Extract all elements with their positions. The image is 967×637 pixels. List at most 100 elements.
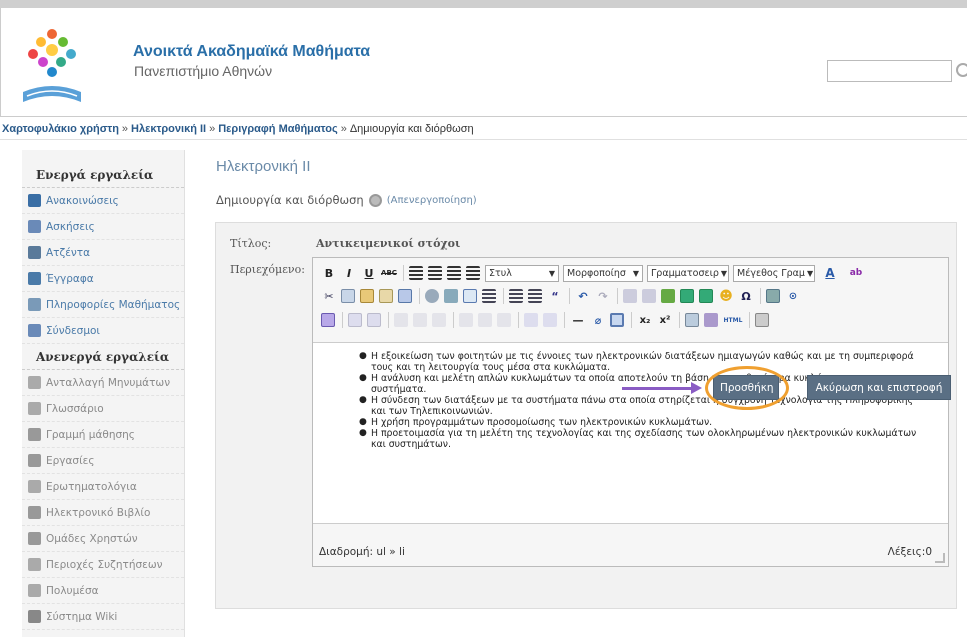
superscript-icon[interactable]: x² <box>657 312 673 328</box>
paste-text-icon[interactable] <box>379 289 393 303</box>
outdent-icon[interactable] <box>509 289 523 303</box>
list-item: Η προετοιμασία για τη μελέτη της τεχνολο… <box>359 428 919 450</box>
merge-cells-icon[interactable] <box>459 313 473 327</box>
layer-icon[interactable] <box>524 313 538 327</box>
sidebar-item-link[interactable]: Σύνδεσμοι <box>22 318 184 344</box>
resize-handle[interactable] <box>935 553 945 563</box>
align-center-icon[interactable] <box>428 266 442 280</box>
row-props-icon[interactable] <box>497 313 511 327</box>
sidebar-item-wiki[interactable]: Σύστημα Wiki <box>22 604 184 630</box>
insert-row-icon[interactable] <box>348 313 362 327</box>
format-select[interactable]: Μορφοποίησ ▼ <box>563 264 643 282</box>
sidebar-item-ebook[interactable]: Ηλεκτρονικό Βιβλίο <box>22 500 184 526</box>
cut-icon[interactable]: ✂ <box>321 288 337 304</box>
sidebar-item-announcement[interactable]: Ανακοινώσεις <box>22 188 184 214</box>
cell-props-icon[interactable] <box>478 313 492 327</box>
horizontal-rule-icon[interactable]: — <box>570 312 586 328</box>
bullet-list-icon[interactable] <box>463 289 477 303</box>
emoticon-icon[interactable]: ☻ <box>718 288 734 304</box>
cleanup-icon[interactable] <box>704 313 718 327</box>
sidebar-item-forum[interactable]: Περιοχές Συζητήσεων <box>22 552 184 578</box>
bold-button[interactable]: B <box>321 265 337 281</box>
preview-icon[interactable] <box>685 313 699 327</box>
sidebar-item-label: Γλωσσάριο <box>46 402 104 415</box>
help-icon[interactable]: ⊙ <box>785 288 801 304</box>
university-logo <box>23 29 81 102</box>
sidebar-item-message[interactable]: Ανταλλαγή Μηνυμάτων <box>22 370 184 396</box>
toolbar-separator <box>342 312 343 328</box>
undo-icon[interactable]: ↶ <box>575 288 591 304</box>
rich-text-editor: B I U ABC Στυλ ▼ Μορφοποίησ ▼ Γραμματοσειρ… <box>312 257 949 567</box>
editor-content[interactable]: Η εξοικείωση των φοιτητών με τις έννοιες… <box>313 342 948 524</box>
sidebar-item-glossary[interactable]: Γλωσσάριο <box>22 396 184 422</box>
numbered-list-icon[interactable] <box>482 289 496 303</box>
paste-word-icon[interactable] <box>398 289 412 303</box>
breadcrumb-item-description[interactable]: Περιγραφή Μαθήματος <box>218 123 337 135</box>
breadcrumb: Χαρτοφυλάκιο χρήστη» Ηλεκτρονική ΙΙ» Περιγ… <box>0 116 967 140</box>
indent-icon[interactable] <box>528 289 542 303</box>
sidebar-item-folder[interactable]: Έγγραφα <box>22 266 184 292</box>
sidebar-item-label: Ομάδες Χρηστών <box>46 532 138 545</box>
delete-column-icon[interactable] <box>413 313 427 327</box>
table-icon[interactable] <box>766 289 780 303</box>
redo-icon[interactable]: ↷ <box>595 288 611 304</box>
link-icon <box>28 324 41 337</box>
strikethrough-button[interactable]: ABC <box>381 265 397 281</box>
site-title[interactable]: Ανοικτά Ακαδημαϊκά Μαθήματα <box>133 43 370 61</box>
subscript-icon[interactable]: x₂ <box>637 312 653 328</box>
deactivate-link[interactable]: (Απενεργοποίηση) <box>387 195 477 206</box>
text-color-button[interactable]: A <box>819 265 841 281</box>
special-char-icon[interactable]: Ω <box>738 288 754 304</box>
copy-icon[interactable] <box>341 289 355 303</box>
font-size-select-value: Μέγεθος Γραμ <box>737 267 805 279</box>
calendar-icon <box>28 246 41 259</box>
align-right-icon[interactable] <box>447 266 461 280</box>
paste-icon[interactable] <box>360 289 374 303</box>
html-source-icon[interactable]: HTML <box>723 312 743 328</box>
align-left-icon[interactable] <box>409 266 423 280</box>
insert-column-icon[interactable] <box>394 313 408 327</box>
split-cell-icon[interactable] <box>432 313 446 327</box>
link-icon[interactable] <box>623 289 637 303</box>
breadcrumb-item-course[interactable]: Ηλεκτρονική ΙΙ <box>131 123 206 135</box>
font-size-select[interactable]: Μέγεθος Γραμ ▼ <box>733 264 815 282</box>
sidebar-item-questionnaire[interactable]: Ερωτηματολόγια <box>22 474 184 500</box>
italic-button[interactable]: I <box>341 265 357 281</box>
blockquote-icon[interactable]: “ <box>547 288 563 304</box>
find-icon[interactable] <box>425 289 439 303</box>
course-title: Ηλεκτρονική ΙΙ <box>216 158 311 175</box>
media-icon[interactable] <box>699 289 713 303</box>
underline-button[interactable]: U <box>361 265 377 281</box>
breadcrumb-item-portfolio[interactable]: Χαρτοφυλάκιο χρήστη <box>2 123 119 135</box>
print-icon[interactable] <box>755 313 769 327</box>
anchor-icon[interactable] <box>661 289 675 303</box>
sidebar-item-calendar[interactable]: Ατζέντα <box>22 240 184 266</box>
image-icon[interactable] <box>680 289 694 303</box>
font-select[interactable]: Γραμματοσειρ ▼ <box>647 264 729 282</box>
edit-css-icon[interactable] <box>321 313 335 327</box>
style-select[interactable]: Στυλ ▼ <box>485 264 559 282</box>
element-path: Διαδρομή: ul » li <box>319 546 405 558</box>
search-icon[interactable] <box>956 63 967 77</box>
layer-move-icon[interactable] <box>543 313 557 327</box>
align-justify-icon[interactable] <box>466 266 480 280</box>
sidebar-item-multimedia[interactable]: Πολυμέσα <box>22 578 184 604</box>
cancel-and-return-button[interactable]: Ακύρωση και επιστροφή <box>807 375 951 400</box>
sidebar-item-info[interactable]: Πληροφορίες Μαθήματος <box>22 292 184 318</box>
gear-icon[interactable] <box>368 193 382 207</box>
delete-row-icon[interactable] <box>367 313 381 327</box>
sidebar-item-assignment[interactable]: Εργασίες <box>22 448 184 474</box>
title-field[interactable]: Αντικειμενικοί στόχοι <box>316 237 460 250</box>
unlink-icon[interactable] <box>642 289 656 303</box>
sidebar-item-learning-path[interactable]: Γραμμή μάθησης <box>22 422 184 448</box>
replace-icon[interactable] <box>444 289 458 303</box>
toolbar-separator <box>564 312 565 328</box>
search-input[interactable] <box>827 60 952 82</box>
editor-toolbar-row-3: — ⌀ x₂ x² HTML <box>321 309 774 331</box>
remove-format-icon[interactable]: ⌀ <box>590 312 606 328</box>
highlight-color-button[interactable]: ab <box>845 265 867 281</box>
sidebar-item-groups[interactable]: Ομάδες Χρηστών <box>22 526 184 552</box>
sidebar-item-exercise[interactable]: Ασκήσεις <box>22 214 184 240</box>
window-frame <box>0 0 967 8</box>
visual-aid-icon[interactable] <box>610 313 624 327</box>
